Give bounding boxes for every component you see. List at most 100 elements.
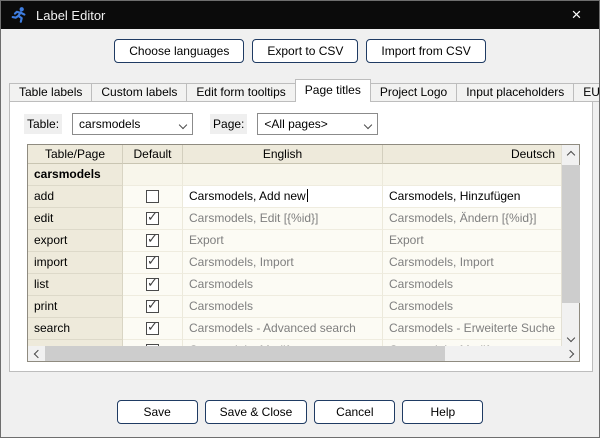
deutsch-cell[interactable]: Carsmodels, Hinzufügen [383,186,561,208]
table-row: print ✓ Carsmodels Carsmodels [28,296,561,318]
page-label-cell: import [28,252,123,274]
page-label-cell: print [28,296,123,318]
scroll-down-icon[interactable] [562,329,580,346]
checkbox-checked-icon[interactable]: ✓ [146,253,159,269]
checkbox-unchecked-icon[interactable] [146,190,159,203]
page-titles-panel: Table: carsmodels Page: <All pages> Tabl… [9,101,593,372]
window-title: Label Editor [36,7,106,23]
column-header-table-page: Table/Page [28,145,123,164]
check-mark-icon: ✓ [147,209,158,224]
chevron-down-icon [178,120,188,130]
deutsch-cell[interactable]: Carsmodels [383,274,561,296]
save-button[interactable]: Save [116,400,198,424]
default-cell: ✓ [123,274,183,296]
table-row: search ✓ Carsmodels - Advanced search Carsm… [28,318,561,340]
english-cell[interactable]: Carsmodels, Add new [183,186,383,208]
save-and-close-button[interactable]: Save & Close [204,400,308,424]
table-row: edit ✓ Carsmodels, Edit [{%id}] Carsmodels,… [28,208,561,230]
page-label-cell: edit [28,208,123,230]
scroll-up-icon[interactable] [562,145,580,162]
english-cell[interactable]: Carsmodels [183,296,383,318]
table-row: import ✓ Carsmodels, Import Carsmodels, Imp… [28,252,561,274]
choose-languages-button[interactable]: Choose languages [114,39,245,63]
close-icon[interactable]: × [554,1,599,29]
check-mark-icon: ✓ [147,253,158,268]
tab-input-placeholders[interactable]: Input placeholders [456,83,575,102]
table-row: export ✓ Export Export [28,230,561,252]
check-mark-icon: ✓ [147,275,158,290]
table-select[interactable]: carsmodels [72,113,194,135]
table-row: add Carsmodels, Add new Carsmodels, Hinzuf… [28,186,561,208]
import-from-csv-button[interactable]: Import from CSV [366,39,486,63]
default-cell: ✓ [123,230,183,252]
text-caret [306,189,308,202]
table-select-value: carsmodels [79,117,141,131]
checkbox-checked-icon[interactable]: ✓ [146,209,159,225]
group-label-cell: carsmodels [28,164,123,186]
deutsch-cell[interactable]: Carsmodels - Erweiterte Suche [383,318,561,340]
page-label-cell: export [28,230,123,252]
english-cell[interactable]: Carsmodels - Advanced search [183,318,383,340]
english-cell[interactable]: Carsmodels [183,274,383,296]
page-label-cell: search [28,318,123,340]
deutsch-cell[interactable]: Carsmodels [383,296,561,318]
check-mark-icon: ✓ [147,297,158,312]
export-to-csv-button[interactable]: Export to CSV [252,39,359,63]
horizontal-scrollbar[interactable] [28,346,579,361]
filter-row: Table: carsmodels Page: <All pages> [24,113,379,135]
column-header-english: English [183,145,383,164]
english-cell[interactable]: Export [183,230,383,252]
grid-body: carsmodels add Carsmodels, Add new Carsmode… [28,164,561,346]
column-header-deutsch: Deutsch [383,145,561,164]
checkbox-checked-icon[interactable]: ✓ [146,275,159,291]
group-row: carsmodels [28,164,561,186]
tab-eu-cookie-banner[interactable]: EU cookie banner [573,83,599,102]
grid-header: Table/Page Default English Deutsch [28,145,579,164]
page-filter-label: Page: [210,114,248,134]
tab-table-labels[interactable]: Table labels [9,83,93,102]
default-cell [123,164,183,186]
page-select[interactable]: <All pages> [257,113,379,135]
english-cell[interactable]: Carsmodels, Edit [{%id}] [183,208,383,230]
english-cell[interactable] [183,164,383,186]
tab-custom-labels[interactable]: Custom labels [91,83,188,102]
check-mark-icon: ✓ [147,231,158,246]
default-cell: ✓ [123,252,183,274]
default-cell: ✓ [123,318,183,340]
default-cell: ✓ [123,208,183,230]
toolbar: Choose languages Export to CSV Import fr… [1,39,599,63]
page-label-cell: add [28,186,123,208]
english-cell[interactable]: Carsmodels, Import [183,252,383,274]
column-header-default: Default [123,145,183,164]
help-button[interactable]: Help [402,400,484,424]
app-logo-running-man-icon [11,7,26,23]
tab-edit-form-tooltips[interactable]: Edit form tooltips [186,83,296,102]
default-cell [123,186,183,208]
table-filter-label: Table: [24,114,63,134]
checkbox-checked-icon[interactable]: ✓ [146,231,159,247]
horizontal-scrollbar-thumb[interactable] [45,346,445,361]
vertical-scrollbar[interactable] [561,145,580,346]
label-editor-window: Label Editor × Choose languages Export t… [0,0,600,438]
checkbox-checked-icon[interactable]: ✓ [146,297,159,313]
tab-project-logo[interactable]: Project Logo [369,83,458,102]
page-label-cell: list [28,274,123,296]
table-row: list ✓ Carsmodels Carsmodels [28,274,561,296]
tab-bar: Table labels Custom labels Edit form toolt… [9,79,599,102]
deutsch-cell[interactable]: Carsmodels, Import [383,252,561,274]
tab-page-titles[interactable]: Page titles [294,79,371,102]
vertical-scrollbar-thumb[interactable] [562,165,580,303]
chevron-down-icon [364,120,373,130]
checkbox-checked-icon[interactable]: ✓ [146,319,159,335]
deutsch-cell[interactable]: Export [383,230,561,252]
page-select-value: <All pages> [264,117,328,131]
check-mark-icon: ✓ [147,319,158,334]
labels-grid: Table/Page Default English Deutsch carsm… [27,144,580,362]
scroll-left-icon[interactable] [29,346,46,361]
footer: Save Save & Close Cancel Help [1,400,599,424]
cancel-button[interactable]: Cancel [314,400,396,424]
deutsch-cell[interactable] [383,164,561,186]
scroll-right-icon[interactable] [561,346,578,361]
title-bar: Label Editor × [1,1,599,29]
deutsch-cell[interactable]: Carsmodels, Ändern [{%id}] [383,208,561,230]
